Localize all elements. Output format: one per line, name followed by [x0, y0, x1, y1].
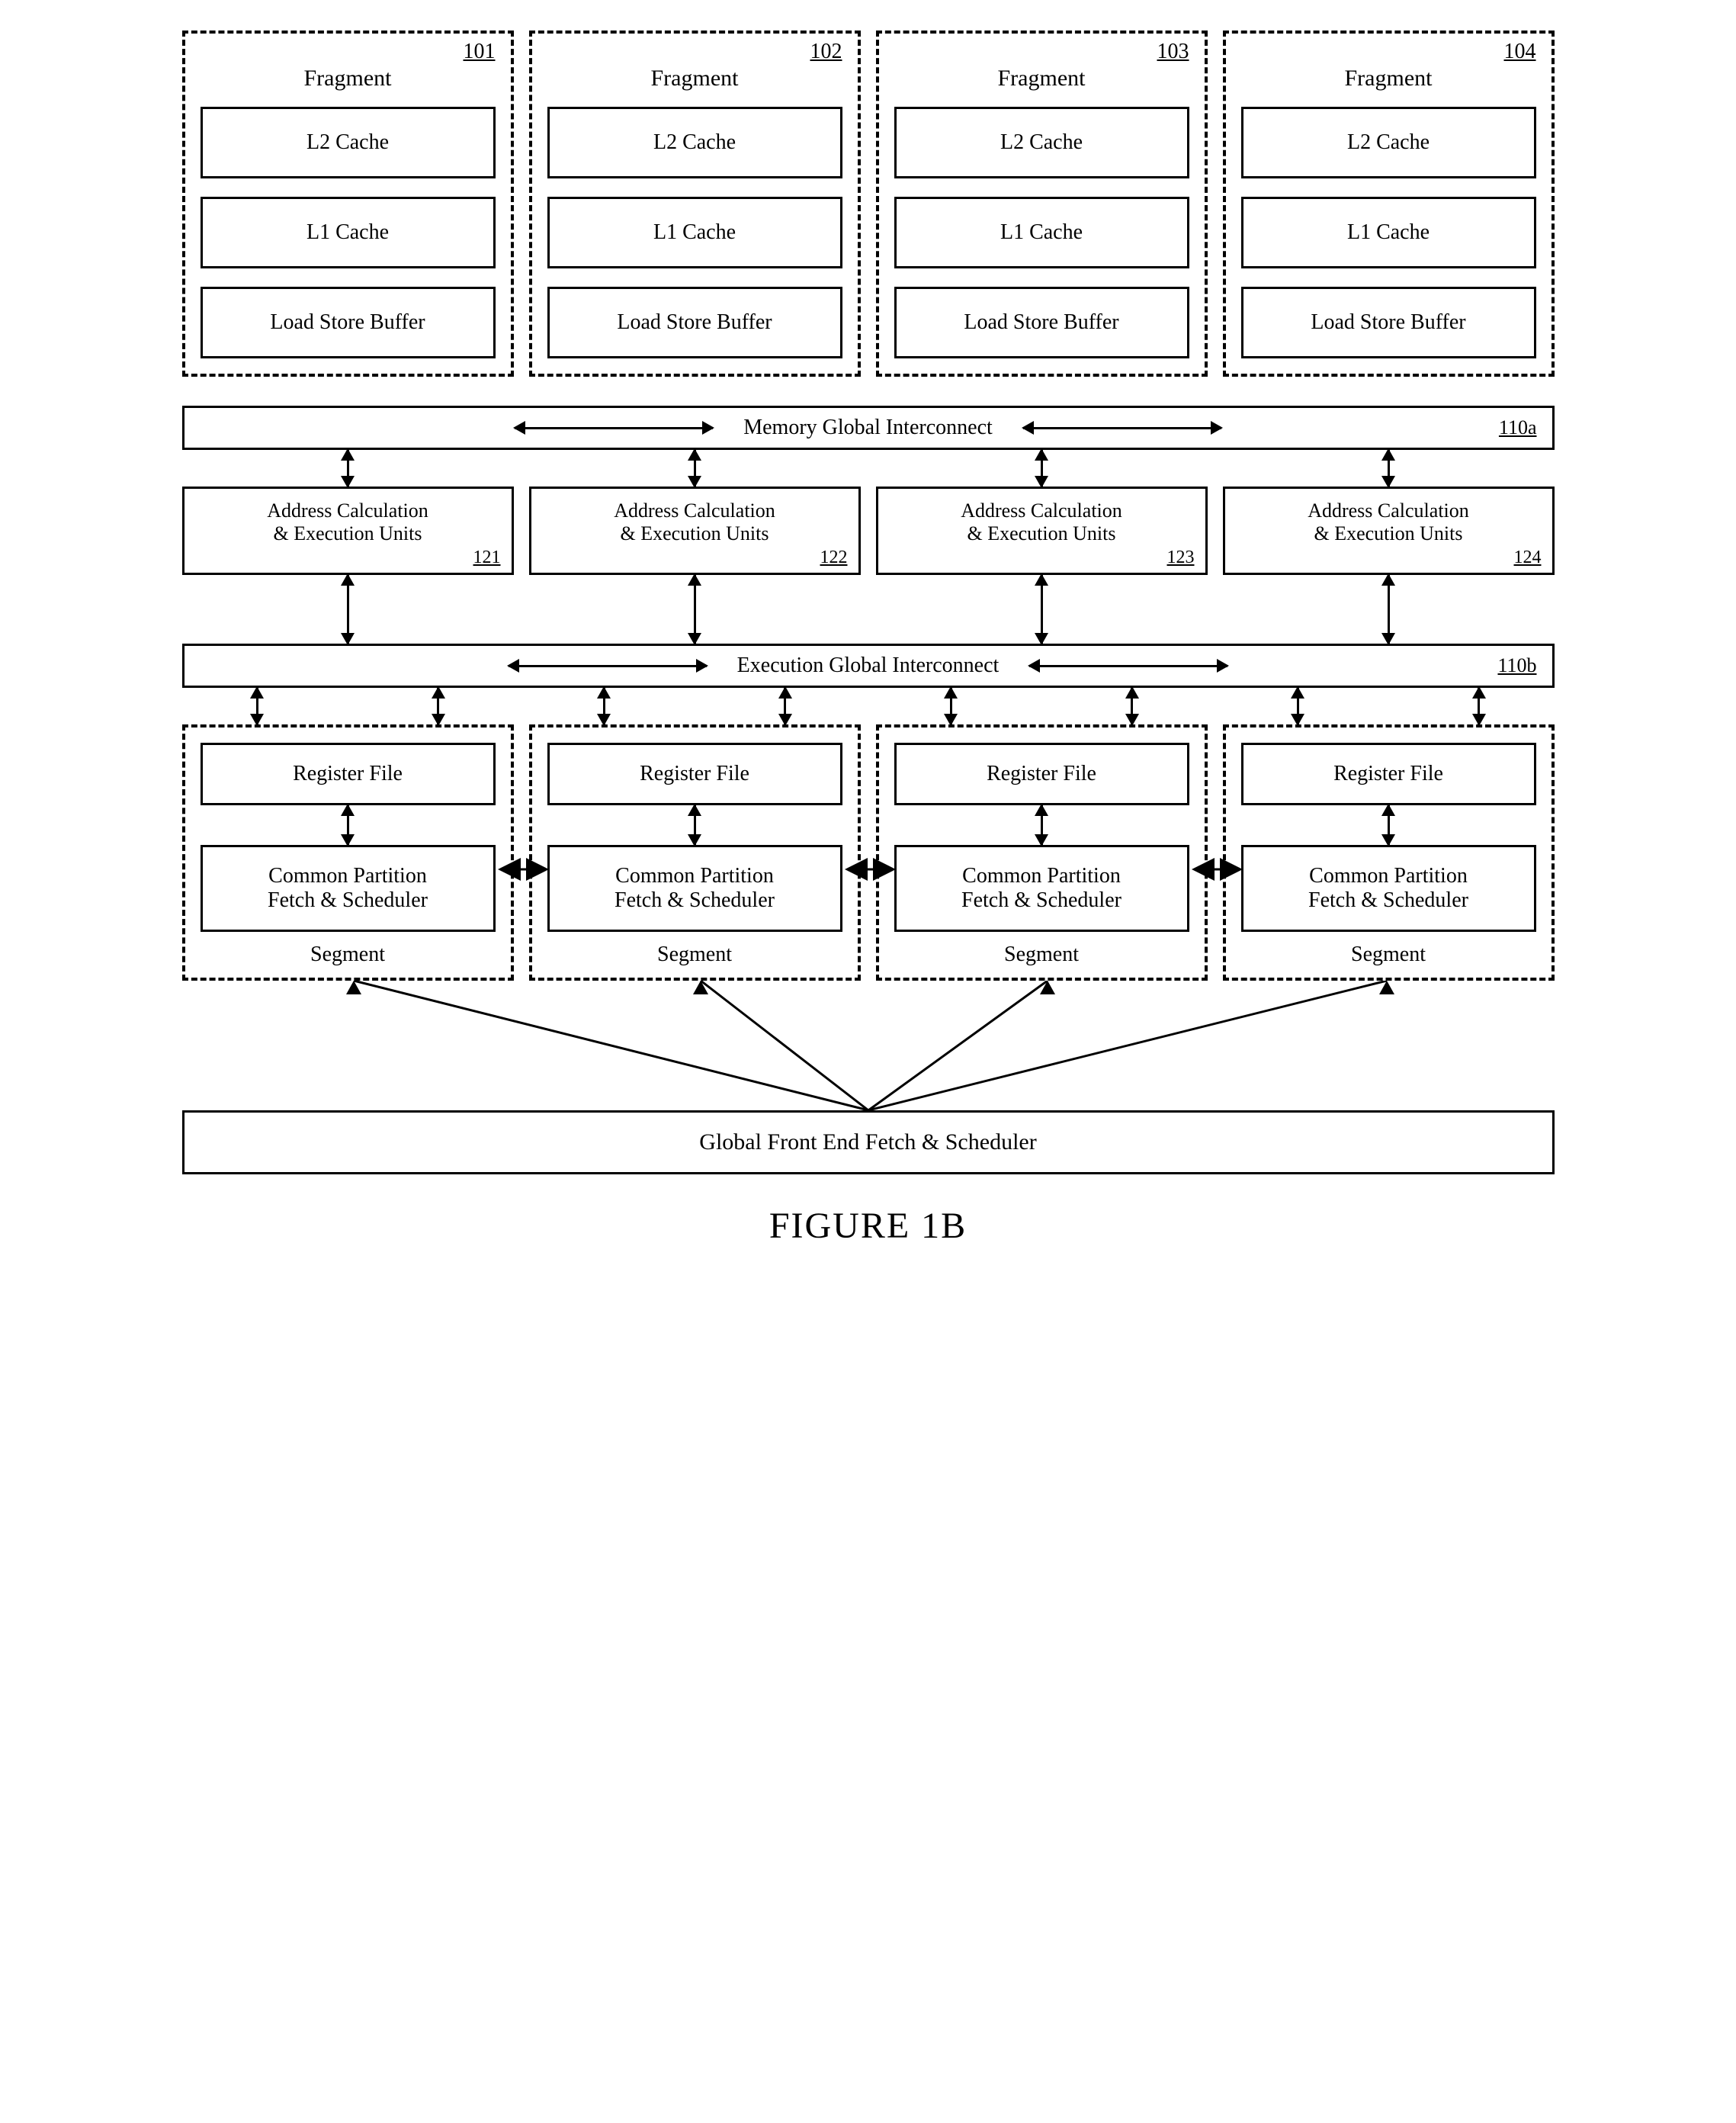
load-store-buffer-box: Load Store Buffer [1241, 287, 1536, 358]
segment-4: Register File Common Partition Fetch & S… [1223, 724, 1555, 981]
segment-label: Segment [547, 943, 842, 967]
v-arrow-icon [347, 450, 349, 487]
arrow-row-exec-seg [182, 688, 1555, 724]
arrow-row-mem-addr [182, 450, 1555, 487]
v-arrow-icon [1131, 688, 1133, 724]
l2-cache-box: L2 Cache [201, 107, 496, 178]
addr-units-row: Address Calculation & Execution Units 12… [182, 487, 1555, 575]
v-arrow-icon [1041, 575, 1043, 644]
addr-line1: Address Calculation [886, 499, 1198, 522]
v-arrow-icon [256, 688, 258, 724]
addr-line2: & Execution Units [192, 522, 504, 545]
l1-cache-box: L1 Cache [201, 197, 496, 268]
architecture-diagram: 101 Fragment L2 Cache L1 Cache Load Stor… [182, 31, 1555, 1247]
addr-line2: & Execution Units [539, 522, 851, 545]
l1-cache-box: L1 Cache [894, 197, 1189, 268]
common-partition-scheduler-box: Common Partition Fetch & Scheduler [201, 845, 496, 932]
arrow-row-addr-exec [182, 575, 1555, 644]
segment-label: Segment [894, 943, 1189, 967]
addr-unit-124: Address Calculation & Execution Units 12… [1223, 487, 1555, 575]
addr-line1: Address Calculation [539, 499, 851, 522]
fan-in-connectors [182, 981, 1555, 1110]
addr-ref: 123 [1167, 548, 1195, 568]
segment-label: Segment [201, 943, 496, 967]
segment-2: Register File Common Partition Fetch & S… [529, 724, 861, 981]
addr-unit-121: Address Calculation & Execution Units 12… [182, 487, 514, 575]
segment-1: Register File Common Partition Fetch & S… [182, 724, 514, 981]
fragment-ref: 104 [1504, 40, 1536, 64]
common-partition-scheduler-box: Common Partition Fetch & Scheduler [894, 845, 1189, 932]
v-arrow-icon [347, 805, 349, 845]
addr-line2: & Execution Units [1233, 522, 1545, 545]
v-arrow-icon [694, 450, 696, 487]
load-store-buffer-box: Load Store Buffer [547, 287, 842, 358]
l2-cache-box: L2 Cache [1241, 107, 1536, 178]
register-file-box: Register File [1241, 743, 1536, 805]
h-arrow-icon [509, 665, 707, 667]
common-partition-scheduler-box: Common Partition Fetch & Scheduler [547, 845, 842, 932]
addr-line1: Address Calculation [192, 499, 504, 522]
h-arrow-icon [515, 427, 713, 429]
fragment-102: 102 Fragment L2 Cache L1 Cache Load Stor… [529, 31, 861, 377]
load-store-buffer-box: Load Store Buffer [894, 287, 1189, 358]
v-arrow-icon [1041, 805, 1043, 845]
v-arrow-icon [1041, 450, 1043, 487]
addr-unit-122: Address Calculation & Execution Units 12… [529, 487, 861, 575]
register-file-box: Register File [201, 743, 496, 805]
v-arrow-icon [950, 688, 952, 724]
v-arrow-icon [694, 575, 696, 644]
v-arrow-icon [1388, 805, 1390, 845]
v-arrow-icon [603, 688, 605, 724]
exec-interconnect-label: Execution Global Interconnect [737, 654, 1000, 678]
segment-3: Register File Common Partition Fetch & S… [876, 724, 1208, 981]
fragments-row: 101 Fragment L2 Cache L1 Cache Load Stor… [182, 31, 1555, 377]
v-arrow-icon [694, 805, 696, 845]
addr-line2: & Execution Units [886, 522, 1198, 545]
exec-interconnect-ref: 110b [1497, 654, 1536, 677]
fragment-103: 103 Fragment L2 Cache L1 Cache Load Stor… [876, 31, 1208, 377]
addr-unit-123: Address Calculation & Execution Units 12… [876, 487, 1208, 575]
fragment-ref: 102 [810, 40, 842, 64]
l2-cache-box: L2 Cache [547, 107, 842, 178]
addr-ref: 124 [1514, 548, 1542, 568]
fragment-title: Fragment [1241, 66, 1536, 92]
register-file-box: Register File [547, 743, 842, 805]
fragment-title: Fragment [547, 66, 842, 92]
h-arrow-icon [1029, 665, 1227, 667]
v-arrow-icon [347, 575, 349, 644]
fragment-101: 101 Fragment L2 Cache L1 Cache Load Stor… [182, 31, 514, 377]
addr-ref: 121 [473, 548, 501, 568]
figure-label: FIGURE 1B [182, 1205, 1555, 1247]
l2-cache-box: L2 Cache [894, 107, 1189, 178]
memory-global-interconnect: Memory Global Interconnect 110a [182, 406, 1555, 450]
segment-label: Segment [1241, 943, 1536, 967]
execution-global-interconnect: Execution Global Interconnect 110b [182, 644, 1555, 688]
h-arrow-icon [1023, 427, 1221, 429]
fragment-title: Fragment [894, 66, 1189, 92]
register-file-box: Register File [894, 743, 1189, 805]
fragment-104: 104 Fragment L2 Cache L1 Cache Load Stor… [1223, 31, 1555, 377]
segments-row: Register File Common Partition Fetch & S… [182, 724, 1555, 981]
v-arrow-icon [1478, 688, 1480, 724]
common-partition-scheduler-box: Common Partition Fetch & Scheduler [1241, 845, 1536, 932]
load-store-buffer-box: Load Store Buffer [201, 287, 496, 358]
addr-line1: Address Calculation [1233, 499, 1545, 522]
v-arrow-icon [1297, 688, 1299, 724]
l1-cache-box: L1 Cache [547, 197, 842, 268]
v-arrow-icon [784, 688, 786, 724]
fragment-ref: 101 [464, 40, 496, 64]
v-arrow-icon [1388, 450, 1390, 487]
fragment-ref: 103 [1157, 40, 1189, 64]
addr-ref: 122 [820, 548, 848, 568]
l1-cache-box: L1 Cache [1241, 197, 1536, 268]
memory-interconnect-ref: 110a [1499, 416, 1537, 439]
v-arrow-icon [1388, 575, 1390, 644]
fragment-title: Fragment [201, 66, 496, 92]
memory-interconnect-label: Memory Global Interconnect [743, 416, 993, 440]
v-arrow-icon [437, 688, 439, 724]
global-front-end-box: Global Front End Fetch & Scheduler [182, 1110, 1555, 1174]
